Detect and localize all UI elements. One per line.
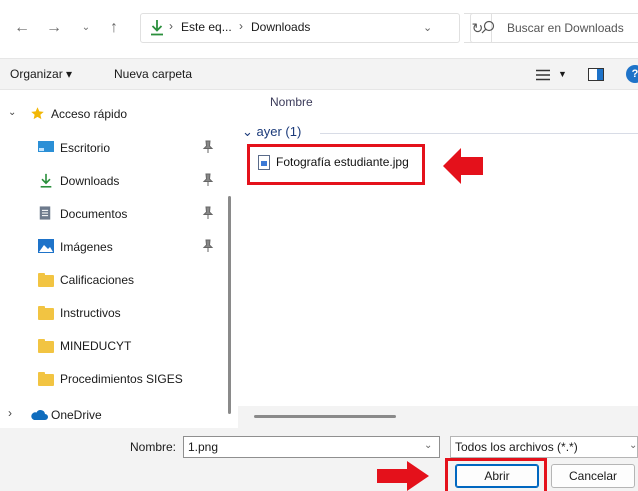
sidebar-item-calificaciones[interactable]: Calificaciones xyxy=(0,266,226,294)
highlight-box-open xyxy=(445,458,547,491)
address-bar[interactable]: › Este eq... › Downloads ⌄ xyxy=(140,13,460,43)
sidebar-item-label: OneDrive xyxy=(51,408,102,422)
desktop-icon xyxy=(38,141,54,152)
new-folder-button[interactable]: Nueva carpeta xyxy=(114,67,192,81)
collapse-chevron-icon[interactable]: ⌄ xyxy=(242,124,253,139)
pointer-arrow-icon xyxy=(443,148,483,184)
sidebar-item-label: Documentos xyxy=(60,207,128,221)
forward-arrow-icon[interactable]: → xyxy=(44,18,64,38)
sidebar-item-label: Procedimientos SIGES xyxy=(60,372,183,386)
sidebar-item-documentos[interactable]: Documentos xyxy=(0,200,226,228)
horizontal-scrollbar[interactable] xyxy=(238,406,638,428)
filename-input[interactable]: 1.png ⌄ xyxy=(183,436,440,458)
preview-pane-icon[interactable] xyxy=(588,68,604,81)
group-header-yesterday[interactable]: ⌄ ayer (1) xyxy=(242,124,301,140)
star-icon xyxy=(31,107,44,120)
file-list-pane: Nombre ⌄ ayer (1) Fotografía estudiante.… xyxy=(238,92,638,428)
view-options-dropdown-icon[interactable]: ▼ xyxy=(558,69,567,79)
organize-menu-button[interactable]: Organizar ▾ xyxy=(10,67,72,81)
view-options-icon[interactable] xyxy=(536,69,550,81)
collapsed-chevron-icon[interactable]: › xyxy=(8,406,12,420)
sidebar-item-mineducyt[interactable]: MINEDUCYT xyxy=(0,332,226,360)
file-type-dropdown-icon[interactable]: ⌄ xyxy=(629,440,637,451)
folder-icon xyxy=(38,339,54,353)
pointer-arrow-icon xyxy=(377,461,429,491)
file-type-select[interactable]: Todos los archivos (*.*) ⌄ xyxy=(450,436,638,458)
sidebar-item-escritorio[interactable]: Escritorio xyxy=(0,134,226,162)
group-label: ayer (1) xyxy=(256,124,302,139)
address-dropdown-icon[interactable]: ⌄ xyxy=(423,21,432,34)
search-icon xyxy=(481,20,495,34)
pictures-icon xyxy=(38,239,54,253)
download-icon xyxy=(40,173,52,188)
sidebar-item-label: Downloads xyxy=(60,174,120,188)
breadcrumb-separator-icon: › xyxy=(239,19,243,33)
command-toolbar: Organizar ▾ Nueva carpeta ▼ ? xyxy=(0,58,638,90)
sidebar-item-downloads[interactable]: Downloads xyxy=(0,167,226,195)
address-row: ← → ⌄ ↑ › Este eq... › Downloads ⌄ ↻ Bus… xyxy=(0,0,638,56)
filename-value: 1.png xyxy=(188,440,219,454)
pin-icon[interactable] xyxy=(202,206,214,220)
folder-icon xyxy=(38,372,54,386)
sidebar-item-label: Imágenes xyxy=(60,240,113,254)
download-icon xyxy=(151,20,163,36)
sidebar-scrollbar[interactable] xyxy=(228,196,231,414)
search-input[interactable]: Buscar en Downloads xyxy=(470,13,638,43)
expand-chevron-icon[interactable]: ⌄ xyxy=(8,107,16,118)
pin-icon[interactable] xyxy=(202,173,214,187)
sidebar-item-imagenes[interactable]: Imágenes xyxy=(0,233,226,261)
breadcrumb-separator-icon: › xyxy=(169,19,173,33)
recent-locations-chevron-icon[interactable]: ⌄ xyxy=(76,18,96,38)
sidebar-item-label: Acceso rápido xyxy=(51,107,128,121)
folder-icon xyxy=(38,273,54,287)
column-header-name[interactable]: Nombre xyxy=(270,95,313,109)
sidebar-item-quick-access[interactable]: ⌄ Acceso rápido xyxy=(0,100,226,128)
sidebar-item-label: Escritorio xyxy=(60,141,111,155)
filename-label: Nombre: xyxy=(130,440,177,454)
filename-dropdown-icon[interactable]: ⌄ xyxy=(424,440,432,451)
group-divider xyxy=(320,133,638,134)
breadcrumb-this-pc[interactable]: Este eq... xyxy=(181,20,232,34)
help-icon[interactable]: ? xyxy=(626,65,638,83)
scrollbar-thumb[interactable] xyxy=(254,415,396,418)
folder-icon xyxy=(38,306,54,320)
document-icon xyxy=(39,206,51,220)
navigation-pane: ⌄ Acceso rápido Escritorio Downloads Doc… xyxy=(0,92,232,428)
highlight-box-file xyxy=(247,144,425,185)
search-placeholder: Buscar en Downloads xyxy=(507,21,624,35)
sidebar-item-procedimientos-siges[interactable]: Procedimientos SIGES xyxy=(0,365,226,393)
file-type-value: Todos los archivos (*.*) xyxy=(455,440,578,454)
sidebar-item-label: Calificaciones xyxy=(60,273,135,287)
cloud-icon xyxy=(31,410,48,420)
back-arrow-icon[interactable]: ← xyxy=(12,18,32,38)
sidebar-item-onedrive[interactable]: › OneDrive xyxy=(0,401,226,429)
breadcrumb-downloads[interactable]: Downloads xyxy=(251,20,310,34)
sidebar-item-instructivos[interactable]: Instructivos xyxy=(0,299,226,327)
pin-icon[interactable] xyxy=(202,140,214,154)
sidebar-item-label: Instructivos xyxy=(60,306,121,320)
cancel-button[interactable]: Cancelar xyxy=(551,464,635,488)
pin-icon[interactable] xyxy=(202,239,214,253)
sidebar-item-label: MINEDUCYT xyxy=(60,339,132,353)
up-arrow-icon[interactable]: ↑ xyxy=(104,18,124,38)
